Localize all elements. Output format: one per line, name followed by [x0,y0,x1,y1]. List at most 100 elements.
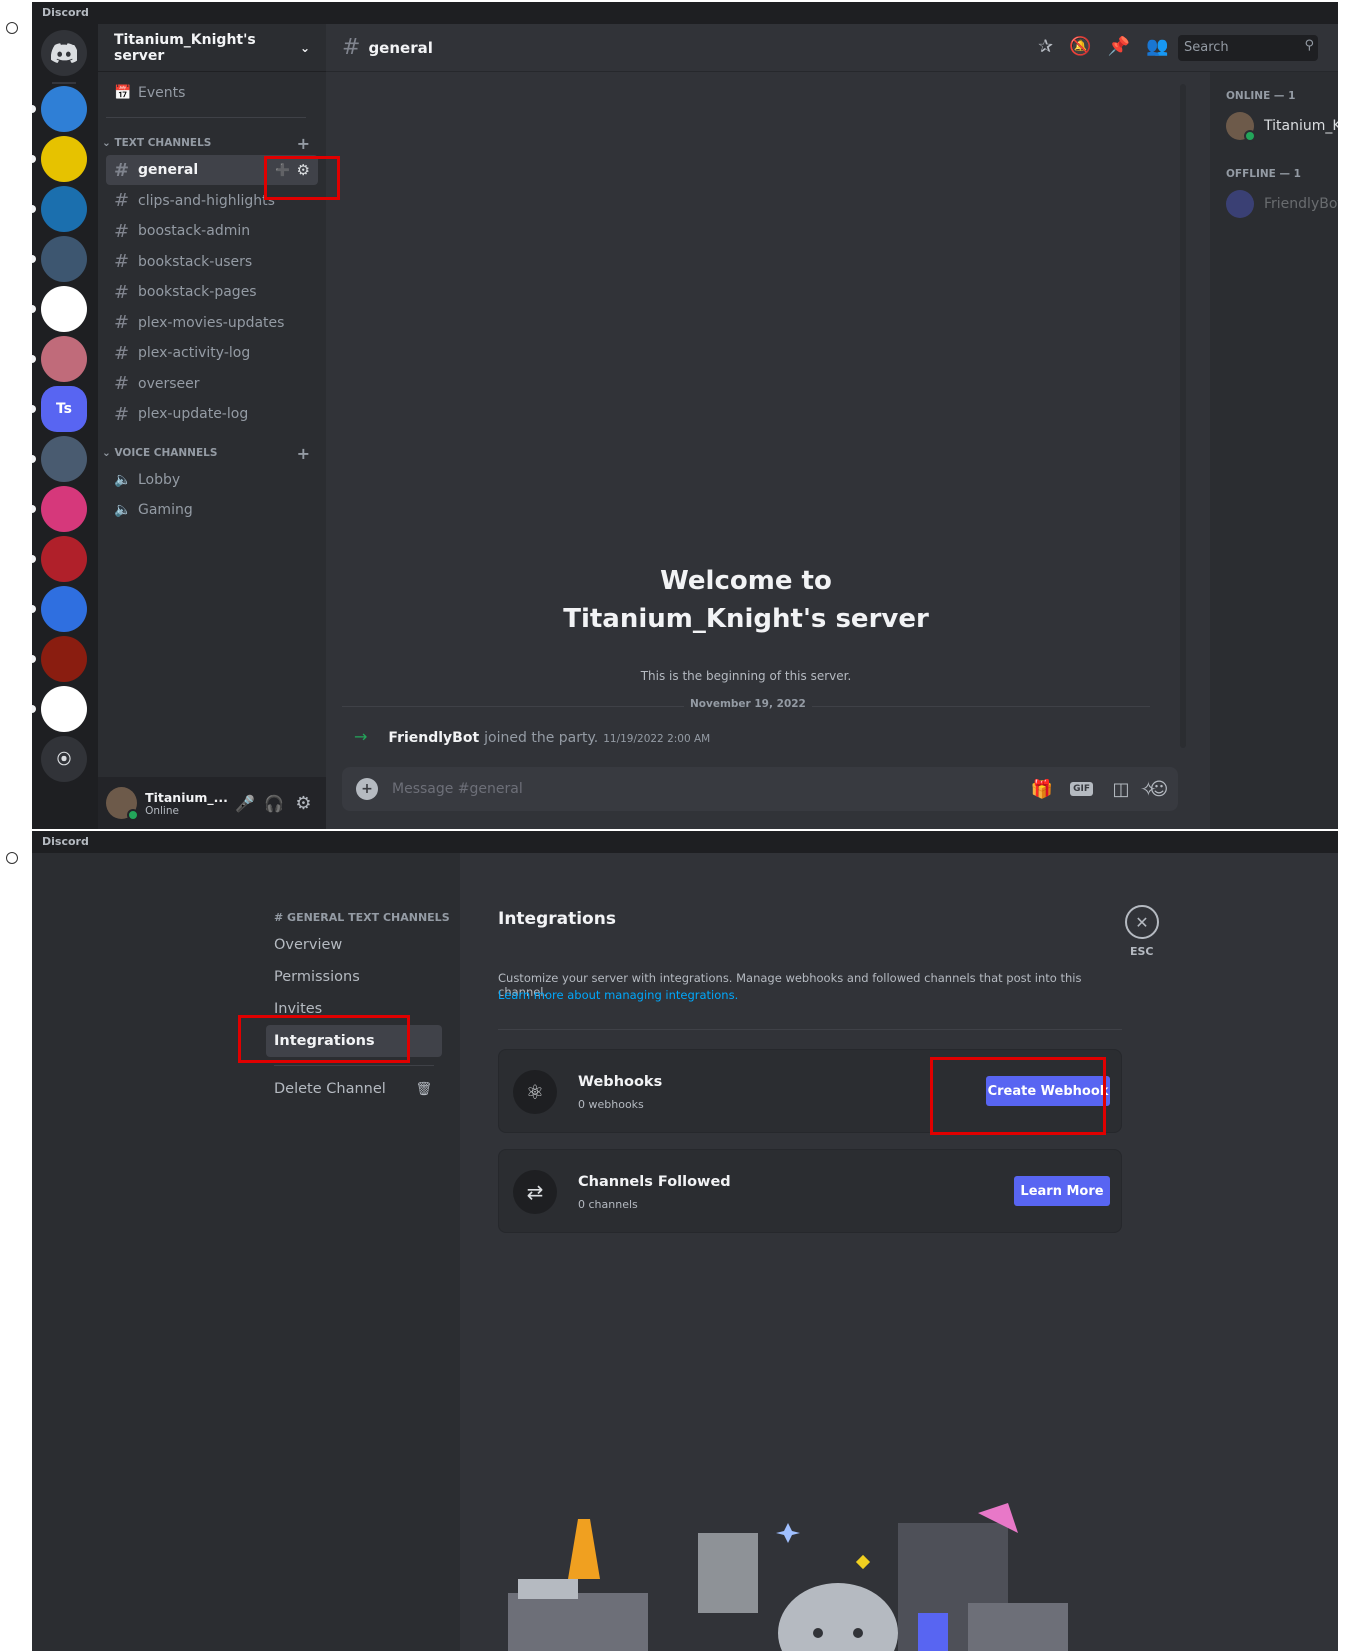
channel-item-plex-update-log[interactable]: # plex-update-log [106,399,318,429]
threads-icon[interactable]: ✰ [1038,36,1053,57]
webhooks-title: Webhooks [578,1074,663,1090]
add-attachment-icon[interactable]: + [356,778,378,800]
server-unread-pill [32,105,36,113]
title-bar: Discord [32,2,1338,24]
member-offline[interactable]: FriendlyBot [1226,190,1338,218]
delete-channel-button[interactable]: Delete Channel 🗑 [266,1073,442,1105]
voice-channels-category[interactable]: ⌄ VOICE CHANNELS + [102,444,314,463]
server-rail: Ts ⦿ [32,24,98,829]
notification-muted-icon[interactable]: 🔕 [1069,36,1091,57]
server-unread-pill [32,455,36,463]
member-online[interactable]: Titanium_K [1226,112,1338,142]
home-button[interactable] [41,30,87,76]
header-toolbar: ✰ 🔕 📌 👥 [1038,36,1168,57]
online-status-dot [1244,130,1256,142]
server-icon[interactable] [41,186,87,232]
sparkle-icon [776,1523,800,1543]
message-placeholder: Message #general [392,781,523,797]
server-icon[interactable] [41,486,87,532]
voice-channel-gaming[interactable]: 🔈 Gaming [106,495,318,525]
server-icon[interactable] [41,586,87,632]
channels-followed-card[interactable]: ⇄ Channels Followed 0 channels Learn Mor… [498,1149,1122,1233]
discord-logo-icon [51,43,77,63]
channel-item-plex-movies-updates[interactable]: # plex-movies-updates [106,308,318,338]
search-placeholder: Search [1184,40,1229,55]
user-settings-gear-icon[interactable]: ⚙ [289,793,318,814]
server-unread-pill [32,705,36,713]
server-icon[interactable] [41,336,87,382]
illustration-box [698,1533,758,1613]
delete-label: Delete Channel [274,1081,386,1097]
add-channel-icon[interactable]: + [297,444,310,463]
events-item[interactable]: 📅 Events [106,78,318,108]
chat-area: # general ✰ 🔕 📌 👥 Search ⚲ ONLINE — 1 Ti… [326,24,1338,829]
bot-avatar [1226,190,1254,218]
channel-item-bookstack-users[interactable]: # bookstack-users [106,247,318,277]
speaker-icon: 🔈 [114,472,132,488]
hash-icon: # [114,159,130,181]
server-icon[interactable] [41,636,87,682]
page-title: Integrations [498,909,616,929]
server-icon[interactable] [41,286,87,332]
server-icon[interactable] [41,436,87,482]
server-unread-pill [32,405,36,413]
server-icon[interactable] [41,136,87,182]
server-name: Titanium_Knight's server [114,31,256,64]
channel-label: overseer [138,375,200,392]
sticker-icon[interactable]: ◫ [1102,779,1140,800]
voice-channel-lobby[interactable]: 🔈 Lobby [106,465,318,495]
scrollbar[interactable] [1180,84,1186,748]
message-input[interactable]: + Message #general 🎁 GIF ◫ ☺ [342,767,1178,811]
lava-lamp-icon [568,1519,600,1579]
nav-divider [274,1065,434,1066]
learn-more-button[interactable]: Learn More [1014,1176,1110,1206]
text-channels-category[interactable]: ⌄ TEXT CHANNELS + [102,134,314,153]
gift-icon[interactable]: 🎁 [1023,779,1061,800]
explore-servers-compass-icon[interactable]: ⦿ [41,736,87,782]
section-divider [498,1029,1122,1030]
server-icon[interactable] [41,86,87,132]
highlight-box-channel-settings [264,156,340,200]
add-channel-icon[interactable]: + [297,134,310,153]
channel-item-overseer[interactable]: # overseer [106,369,318,399]
server-icon[interactable] [41,686,87,732]
nav-overview[interactable]: Overview [266,929,442,961]
channels-followed-icon: ⇄ [513,1170,557,1214]
microphone-icon[interactable]: 🎤 [231,794,260,813]
member-name: Titanium_K [1264,118,1338,134]
channel-label: bookstack-pages [138,284,257,300]
avatar[interactable] [106,787,140,821]
pin-icon[interactable]: 📌 [1108,36,1130,57]
server-icon[interactable] [41,536,87,582]
learn-more-link[interactable]: Learn more about managing integrations. [498,988,738,1002]
message-author[interactable]: FriendlyBot [388,730,479,746]
webhooks-count: 0 webhooks [578,1098,644,1111]
nav-label: Overview [274,937,343,953]
hash-icon: # [114,312,130,333]
nav-permissions[interactable]: Permissions [266,961,442,993]
hash-icon: # [114,373,130,394]
server-icon[interactable]: Ts [41,386,87,432]
online-header: ONLINE — 1 [1226,90,1296,102]
channel-item-bookstack-pages[interactable]: # bookstack-pages [106,277,318,307]
close-button[interactable]: ✕ [1125,905,1159,939]
online-status-dot [127,809,140,821]
offline-header: OFFLINE — 1 [1226,168,1301,180]
webhook-icon: ⚛ [513,1070,557,1114]
gif-icon[interactable]: GIF [1070,782,1093,796]
search-icon: ⚲ [1304,38,1314,53]
message-text: joined the party. [484,730,599,746]
member-list-icon[interactable]: 👥 [1146,36,1168,57]
welcome-line-2: Titanium_Knight's server [563,604,929,634]
channel-label: Gaming [138,502,193,518]
search-input[interactable]: Search ⚲ [1178,35,1318,61]
headphones-icon[interactable]: 🎧 [260,794,289,813]
apps-icon[interactable]: ✧ [1140,777,1157,801]
server-header[interactable]: Titanium_Knight's server ⌄ [98,24,326,72]
system-message: → FriendlyBot joined the party. 11/19/20… [354,727,710,746]
server-icon[interactable] [41,236,87,282]
channel-item-boostack-admin[interactable]: # boostack-admin [106,216,318,246]
channel-item-plex-activity-log[interactable]: # plex-activity-log [106,338,318,368]
settings-sidebar: # GENERAL TEXT CHANNELS Overview Permiss… [32,853,460,1651]
illustration-chest [968,1603,1068,1651]
